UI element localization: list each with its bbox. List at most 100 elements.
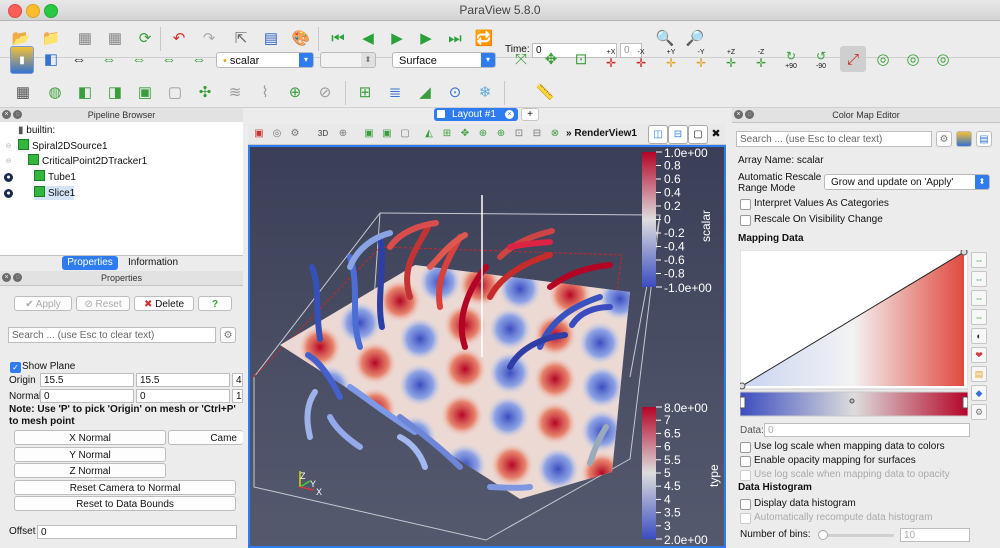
opacity-transfer-function[interactable] [740, 250, 968, 418]
plot-selection-icon[interactable]: ≣ [382, 79, 408, 105]
render-view[interactable]: Z Y X 1.0e+00 -1.0e+00 0.8 0.6 0.4 0.2 0 -0.2… [248, 145, 726, 548]
reset-center-icon[interactable]: ◎ [900, 46, 926, 72]
rescale-visibility-checkbox[interactable] [740, 215, 751, 226]
rotate-plus-90-icon[interactable]: ↻ +90 [778, 46, 804, 72]
pipeline-item-slice[interactable]: Slice1 [34, 186, 75, 200]
ruler-icon[interactable]: 📏 [532, 79, 558, 105]
plot-over-time-icon[interactable]: ⊙ [442, 79, 468, 105]
camera-normal-button[interactable]: Came [168, 430, 243, 445]
rotate-minus-90-icon[interactable]: ↺ -90 [808, 46, 834, 72]
view-plus-z-icon[interactable]: +Z ✛ [718, 46, 744, 72]
reset-camera-icon[interactable]: ⤧ [508, 46, 534, 72]
color-point[interactable] [962, 396, 968, 409]
tab-information[interactable]: Information [122, 256, 184, 270]
close-icon[interactable]: × [505, 110, 514, 119]
view-plus-x-icon[interactable]: +X ✛ [598, 46, 624, 72]
view-plus-y-icon[interactable]: +Y ✛ [658, 46, 684, 72]
color-point[interactable] [740, 396, 746, 409]
group-datasets-icon[interactable]: ⊕ [282, 79, 308, 105]
polygon-select-icon[interactable]: ✥ [456, 124, 474, 142]
normal-x-input[interactable]: 0 [40, 389, 134, 403]
auto-recompute-checkbox[interactable] [740, 513, 751, 524]
interactive-select-icon[interactable]: ⊞ [438, 124, 456, 142]
zoom-to-box-icon[interactable]: ⊡ [568, 46, 594, 72]
x-normal-button[interactable]: X Normal [14, 430, 166, 445]
camera-icon[interactable]: ◎ [268, 124, 286, 142]
slice-icon[interactable]: ◨ [102, 79, 128, 105]
reset-camera-normal-button[interactable]: Reset Camera to Normal [14, 480, 236, 495]
origin-x-input[interactable]: 15.5 [40, 373, 134, 387]
stream-tracer-icon[interactable]: ≋ [222, 79, 248, 105]
bins-slider-handle[interactable] [818, 530, 828, 540]
save-preset-icon[interactable] [956, 131, 972, 147]
show-orientation-axes-icon[interactable]: ⤢ [840, 46, 866, 72]
threshold-icon[interactable]: ▣ [132, 79, 158, 105]
gear-icon[interactable]: ⚙ [936, 131, 952, 147]
edit-color-map-icon[interactable]: ◧ [38, 46, 64, 72]
normal-y-input[interactable]: 0 [136, 389, 230, 403]
rescale-temporal-icon[interactable]: ⇔ [126, 46, 152, 72]
add-layout-button[interactable]: + [521, 108, 539, 121]
warp-icon[interactable]: ⌇ [252, 79, 278, 105]
visibility-on-icon[interactable]: ● [4, 189, 13, 198]
zoom-to-data-icon[interactable]: ✥ [538, 46, 564, 72]
visibility-off-icon[interactable]: ⊖ [4, 142, 13, 151]
shrink-selection-icon[interactable]: ⊟ [528, 124, 546, 142]
choose-preset-icon[interactable]: ▤ [976, 131, 992, 147]
bins-slider[interactable] [818, 530, 894, 540]
grow-selection-icon[interactable]: ⊡ [510, 124, 528, 142]
help-button[interactable]: ? [198, 296, 232, 311]
z-normal-button[interactable]: Z Normal [14, 463, 166, 478]
gear-icon[interactable]: ⚙ [220, 327, 236, 343]
rescale-custom-range-icon[interactable]: ⇔ [971, 271, 987, 287]
rescale-visible-icon[interactable]: ⇔ [156, 46, 182, 72]
pipeline-item-tube[interactable]: Tube1 [34, 170, 238, 184]
apply-button[interactable]: ✔ Apply [14, 296, 72, 311]
hover-cells-icon[interactable]: ⊕ [492, 124, 510, 142]
rescale-custom-icon[interactable]: ⇔ [96, 46, 122, 72]
component-select[interactable]: ⬍ [320, 52, 376, 68]
representation-select[interactable]: Surface ▾ [392, 52, 496, 68]
maximize-icon[interactable]: ▢ [688, 125, 708, 144]
interpret-categories-checkbox[interactable] [740, 199, 751, 210]
close-icon[interactable]: × [2, 110, 11, 119]
close-icon[interactable]: × [2, 273, 11, 282]
auto-rescale-select[interactable]: Grow and update on 'Apply' ⬍ [824, 174, 990, 190]
rescale-visible-range-icon[interactable]: ⇔ [971, 309, 987, 325]
offset-input[interactable]: 0 [37, 525, 237, 539]
visibility-off-icon[interactable]: ⊖ [4, 157, 13, 166]
zoom-icon[interactable]: ⊕ [334, 124, 352, 142]
color-by-select[interactable]: • scalar ▾ [216, 52, 314, 68]
extract-level-icon[interactable]: ⊘ [312, 79, 338, 105]
view-minus-y-icon[interactable]: -Y ✛ [688, 46, 714, 72]
contour-icon[interactable]: ◍ [42, 79, 68, 105]
close-view-icon[interactable]: ✖ [708, 125, 724, 142]
pipeline-item-criticalpoint2dtracker[interactable]: CriticalPoint2DTracker1 [28, 154, 238, 168]
toggle-3d-button[interactable]: 3D [314, 124, 332, 142]
reset-button[interactable]: ⊘ Reset [76, 296, 130, 311]
capture-icon[interactable]: ▣ [250, 124, 268, 142]
visibility-on-icon[interactable]: ● [4, 173, 13, 182]
toggle-color-legend-icon[interactable]: ▮ [10, 46, 34, 74]
calculator-icon[interactable]: ▦ [10, 79, 36, 105]
rescale-temporal-range-icon[interactable]: ⇔ [971, 290, 987, 306]
choose-color-icon[interactable]: ❤ [971, 347, 987, 363]
rescale-all-icon[interactable]: ⇔ [186, 46, 212, 72]
origin-y-input[interactable]: 15.5 [136, 373, 230, 387]
y-normal-button[interactable]: Y Normal [14, 447, 166, 462]
select-block-icon[interactable]: ◭ [420, 124, 438, 142]
split-horizontal-icon[interactable]: ◫ [648, 125, 668, 144]
bins-input[interactable]: 10 [900, 528, 970, 542]
glyph-icon[interactable]: ✣ [192, 79, 218, 105]
float-icon[interactable]: ◌ [13, 273, 22, 282]
delete-button[interactable]: ✖ Delete [134, 296, 194, 311]
select-points-icon[interactable]: ▣ [378, 124, 396, 142]
opacity-point[interactable] [740, 382, 746, 390]
view-minus-x-icon[interactable]: -X ✛ [628, 46, 654, 72]
reset-range-icon[interactable]: ⇔ [66, 46, 92, 72]
snowflake-icon[interactable]: ❄ [472, 79, 498, 105]
select-cells-icon[interactable]: ▣ [360, 124, 378, 142]
view-minus-z-icon[interactable]: -Z ✛ [748, 46, 774, 72]
pipeline-item-builtin[interactable]: ▮ builtin: [18, 124, 238, 138]
render-scene[interactable]: Z Y X 1.0e+00 -1.0e+00 0.80.60.40.20-0.2… [250, 147, 724, 546]
